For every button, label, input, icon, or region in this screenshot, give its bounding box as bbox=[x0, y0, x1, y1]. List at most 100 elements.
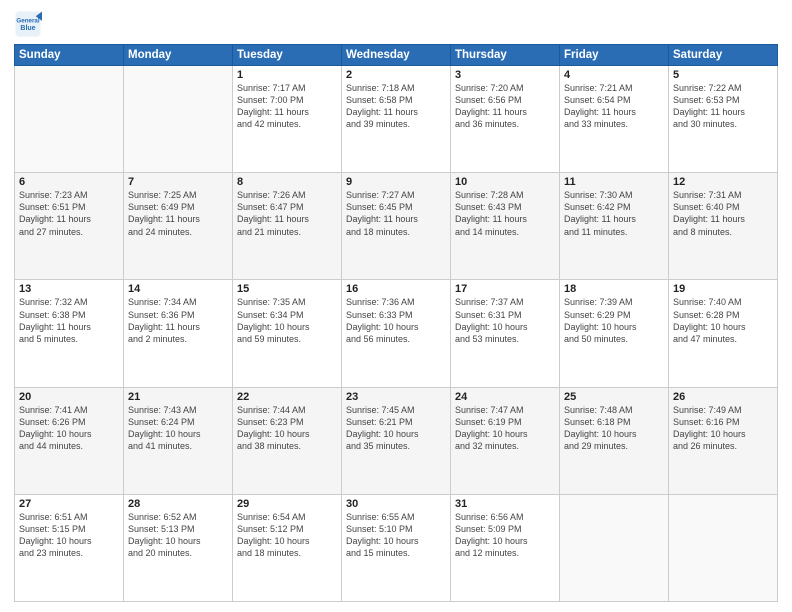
day-cell: 2Sunrise: 7:18 AM Sunset: 6:58 PM Daylig… bbox=[342, 66, 451, 173]
day-number: 18 bbox=[564, 283, 664, 295]
day-info: Sunrise: 7:37 AM Sunset: 6:31 PM Dayligh… bbox=[455, 296, 555, 345]
day-cell: 20Sunrise: 7:41 AM Sunset: 6:26 PM Dayli… bbox=[15, 387, 124, 494]
header-row: SundayMondayTuesdayWednesdayThursdayFrid… bbox=[15, 45, 778, 66]
day-cell bbox=[560, 494, 669, 601]
day-number: 29 bbox=[237, 498, 337, 510]
day-cell: 22Sunrise: 7:44 AM Sunset: 6:23 PM Dayli… bbox=[233, 387, 342, 494]
day-cell: 27Sunrise: 6:51 AM Sunset: 5:15 PM Dayli… bbox=[15, 494, 124, 601]
day-number: 16 bbox=[346, 283, 446, 295]
day-number: 24 bbox=[455, 391, 555, 403]
day-cell bbox=[124, 66, 233, 173]
day-cell: 10Sunrise: 7:28 AM Sunset: 6:43 PM Dayli… bbox=[451, 173, 560, 280]
day-cell: 15Sunrise: 7:35 AM Sunset: 6:34 PM Dayli… bbox=[233, 280, 342, 387]
day-cell: 6Sunrise: 7:23 AM Sunset: 6:51 PM Daylig… bbox=[15, 173, 124, 280]
page: General Blue SundayMondayTuesdayWednesda… bbox=[0, 0, 792, 612]
day-info: Sunrise: 6:52 AM Sunset: 5:13 PM Dayligh… bbox=[128, 511, 228, 560]
day-info: Sunrise: 7:17 AM Sunset: 7:00 PM Dayligh… bbox=[237, 82, 337, 131]
day-info: Sunrise: 7:25 AM Sunset: 6:49 PM Dayligh… bbox=[128, 189, 228, 238]
day-number: 14 bbox=[128, 283, 228, 295]
day-number: 7 bbox=[128, 176, 228, 188]
day-cell: 8Sunrise: 7:26 AM Sunset: 6:47 PM Daylig… bbox=[233, 173, 342, 280]
header-cell-wednesday: Wednesday bbox=[342, 45, 451, 66]
day-number: 8 bbox=[237, 176, 337, 188]
day-number: 12 bbox=[673, 176, 773, 188]
day-number: 21 bbox=[128, 391, 228, 403]
day-number: 26 bbox=[673, 391, 773, 403]
header-cell-sunday: Sunday bbox=[15, 45, 124, 66]
day-cell: 19Sunrise: 7:40 AM Sunset: 6:28 PM Dayli… bbox=[669, 280, 778, 387]
day-number: 30 bbox=[346, 498, 446, 510]
day-info: Sunrise: 7:43 AM Sunset: 6:24 PM Dayligh… bbox=[128, 404, 228, 453]
day-number: 6 bbox=[19, 176, 119, 188]
day-cell: 17Sunrise: 7:37 AM Sunset: 6:31 PM Dayli… bbox=[451, 280, 560, 387]
week-row-4: 20Sunrise: 7:41 AM Sunset: 6:26 PM Dayli… bbox=[15, 387, 778, 494]
day-number: 27 bbox=[19, 498, 119, 510]
day-number: 1 bbox=[237, 69, 337, 81]
day-info: Sunrise: 7:40 AM Sunset: 6:28 PM Dayligh… bbox=[673, 296, 773, 345]
header-cell-monday: Monday bbox=[124, 45, 233, 66]
day-info: Sunrise: 7:20 AM Sunset: 6:56 PM Dayligh… bbox=[455, 82, 555, 131]
week-row-3: 13Sunrise: 7:32 AM Sunset: 6:38 PM Dayli… bbox=[15, 280, 778, 387]
day-info: Sunrise: 7:47 AM Sunset: 6:19 PM Dayligh… bbox=[455, 404, 555, 453]
day-info: Sunrise: 7:41 AM Sunset: 6:26 PM Dayligh… bbox=[19, 404, 119, 453]
day-info: Sunrise: 7:49 AM Sunset: 6:16 PM Dayligh… bbox=[673, 404, 773, 453]
day-cell: 24Sunrise: 7:47 AM Sunset: 6:19 PM Dayli… bbox=[451, 387, 560, 494]
day-cell: 14Sunrise: 7:34 AM Sunset: 6:36 PM Dayli… bbox=[124, 280, 233, 387]
header-cell-friday: Friday bbox=[560, 45, 669, 66]
day-info: Sunrise: 7:35 AM Sunset: 6:34 PM Dayligh… bbox=[237, 296, 337, 345]
header-cell-thursday: Thursday bbox=[451, 45, 560, 66]
week-row-1: 1Sunrise: 7:17 AM Sunset: 7:00 PM Daylig… bbox=[15, 66, 778, 173]
day-number: 5 bbox=[673, 69, 773, 81]
day-info: Sunrise: 7:31 AM Sunset: 6:40 PM Dayligh… bbox=[673, 189, 773, 238]
day-cell: 18Sunrise: 7:39 AM Sunset: 6:29 PM Dayli… bbox=[560, 280, 669, 387]
day-info: Sunrise: 7:32 AM Sunset: 6:38 PM Dayligh… bbox=[19, 296, 119, 345]
calendar-table: SundayMondayTuesdayWednesdayThursdayFrid… bbox=[14, 44, 778, 602]
day-cell bbox=[15, 66, 124, 173]
day-cell: 13Sunrise: 7:32 AM Sunset: 6:38 PM Dayli… bbox=[15, 280, 124, 387]
day-number: 19 bbox=[673, 283, 773, 295]
day-info: Sunrise: 7:48 AM Sunset: 6:18 PM Dayligh… bbox=[564, 404, 664, 453]
day-cell: 7Sunrise: 7:25 AM Sunset: 6:49 PM Daylig… bbox=[124, 173, 233, 280]
day-cell: 1Sunrise: 7:17 AM Sunset: 7:00 PM Daylig… bbox=[233, 66, 342, 173]
day-info: Sunrise: 7:23 AM Sunset: 6:51 PM Dayligh… bbox=[19, 189, 119, 238]
svg-text:Blue: Blue bbox=[20, 25, 35, 32]
day-info: Sunrise: 6:51 AM Sunset: 5:15 PM Dayligh… bbox=[19, 511, 119, 560]
day-cell bbox=[669, 494, 778, 601]
header-cell-tuesday: Tuesday bbox=[233, 45, 342, 66]
header: General Blue bbox=[14, 10, 778, 38]
day-info: Sunrise: 7:27 AM Sunset: 6:45 PM Dayligh… bbox=[346, 189, 446, 238]
day-info: Sunrise: 7:45 AM Sunset: 6:21 PM Dayligh… bbox=[346, 404, 446, 453]
day-number: 2 bbox=[346, 69, 446, 81]
day-number: 20 bbox=[19, 391, 119, 403]
day-info: Sunrise: 7:18 AM Sunset: 6:58 PM Dayligh… bbox=[346, 82, 446, 131]
day-cell: 29Sunrise: 6:54 AM Sunset: 5:12 PM Dayli… bbox=[233, 494, 342, 601]
day-info: Sunrise: 7:22 AM Sunset: 6:53 PM Dayligh… bbox=[673, 82, 773, 131]
day-cell: 31Sunrise: 6:56 AM Sunset: 5:09 PM Dayli… bbox=[451, 494, 560, 601]
day-number: 23 bbox=[346, 391, 446, 403]
day-number: 25 bbox=[564, 391, 664, 403]
day-cell: 28Sunrise: 6:52 AM Sunset: 5:13 PM Dayli… bbox=[124, 494, 233, 601]
day-number: 15 bbox=[237, 283, 337, 295]
logo: General Blue bbox=[14, 10, 46, 38]
day-cell: 4Sunrise: 7:21 AM Sunset: 6:54 PM Daylig… bbox=[560, 66, 669, 173]
day-info: Sunrise: 7:26 AM Sunset: 6:47 PM Dayligh… bbox=[237, 189, 337, 238]
calendar-body: 1Sunrise: 7:17 AM Sunset: 7:00 PM Daylig… bbox=[15, 66, 778, 602]
day-info: Sunrise: 6:54 AM Sunset: 5:12 PM Dayligh… bbox=[237, 511, 337, 560]
day-cell: 9Sunrise: 7:27 AM Sunset: 6:45 PM Daylig… bbox=[342, 173, 451, 280]
day-number: 28 bbox=[128, 498, 228, 510]
week-row-2: 6Sunrise: 7:23 AM Sunset: 6:51 PM Daylig… bbox=[15, 173, 778, 280]
day-cell: 3Sunrise: 7:20 AM Sunset: 6:56 PM Daylig… bbox=[451, 66, 560, 173]
day-info: Sunrise: 6:55 AM Sunset: 5:10 PM Dayligh… bbox=[346, 511, 446, 560]
day-cell: 11Sunrise: 7:30 AM Sunset: 6:42 PM Dayli… bbox=[560, 173, 669, 280]
day-number: 11 bbox=[564, 176, 664, 188]
day-info: Sunrise: 7:21 AM Sunset: 6:54 PM Dayligh… bbox=[564, 82, 664, 131]
day-cell: 21Sunrise: 7:43 AM Sunset: 6:24 PM Dayli… bbox=[124, 387, 233, 494]
day-info: Sunrise: 7:34 AM Sunset: 6:36 PM Dayligh… bbox=[128, 296, 228, 345]
day-cell: 12Sunrise: 7:31 AM Sunset: 6:40 PM Dayli… bbox=[669, 173, 778, 280]
day-number: 13 bbox=[19, 283, 119, 295]
logo-icon: General Blue bbox=[14, 10, 42, 38]
day-info: Sunrise: 6:56 AM Sunset: 5:09 PM Dayligh… bbox=[455, 511, 555, 560]
day-number: 4 bbox=[564, 69, 664, 81]
header-cell-saturday: Saturday bbox=[669, 45, 778, 66]
day-cell: 26Sunrise: 7:49 AM Sunset: 6:16 PM Dayli… bbox=[669, 387, 778, 494]
